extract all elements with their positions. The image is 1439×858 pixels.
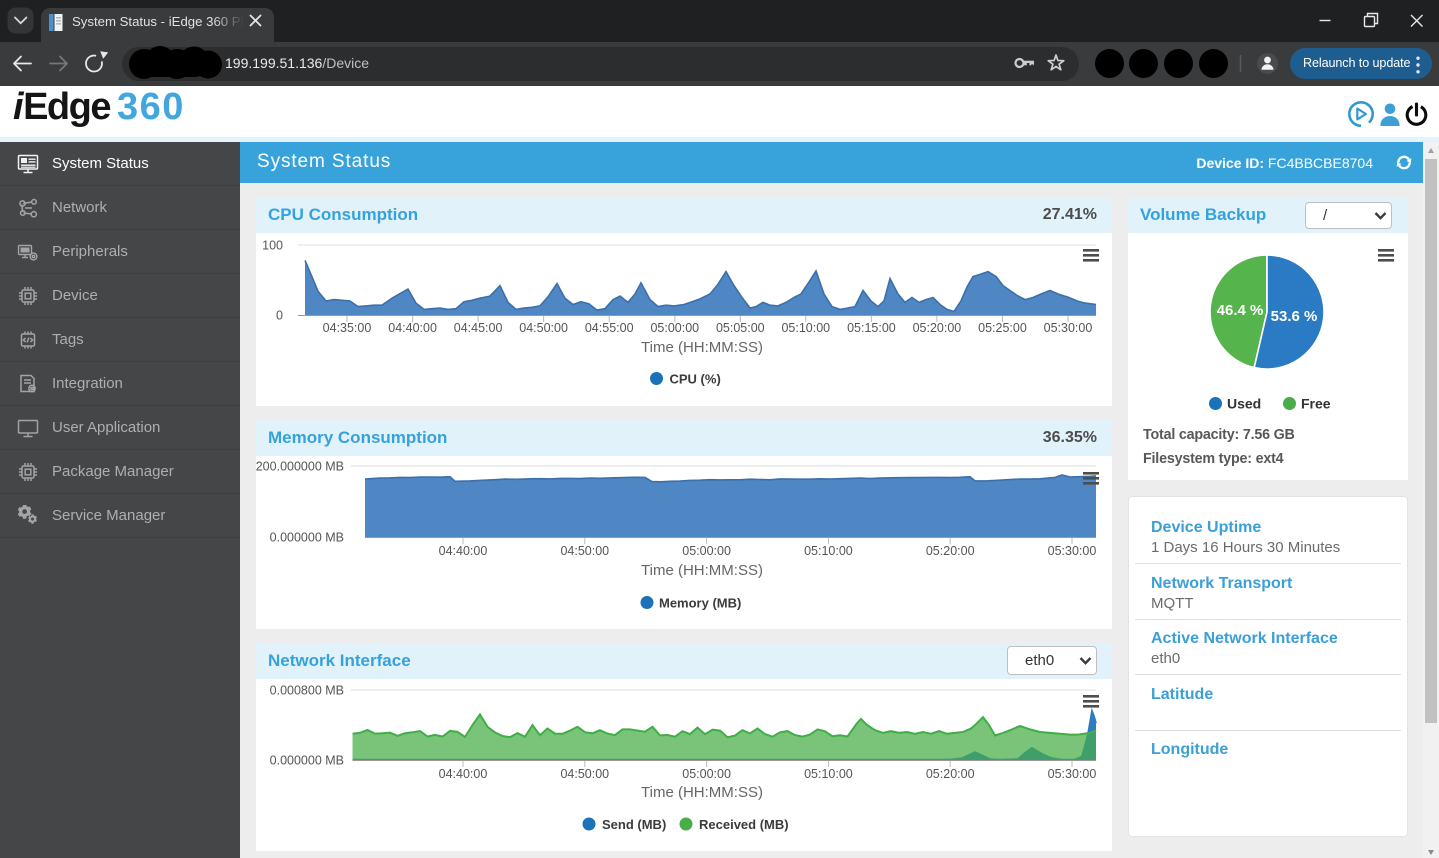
svg-text:04:50:00: 04:50:00 — [560, 767, 609, 781]
svg-text:05:15:00: 05:15:00 — [847, 321, 896, 335]
svg-text:05:25:00: 05:25:00 — [978, 321, 1027, 335]
svg-text:05:30:00: 05:30:00 — [1048, 544, 1097, 558]
svg-text:04:40:00: 04:40:00 — [388, 321, 437, 335]
svg-text:0.000000 MB: 0.000000 MB — [270, 754, 344, 768]
svg-text:04:50:00: 04:50:00 — [519, 321, 568, 335]
svg-text:05:20:00: 05:20:00 — [926, 544, 975, 558]
svg-text:04:50:00: 04:50:00 — [560, 544, 609, 558]
svg-text:05:10:00: 05:10:00 — [804, 544, 853, 558]
svg-text:Used: Used — [1227, 396, 1261, 412]
svg-text:Filesystem type: ext4: Filesystem type: ext4 — [1143, 451, 1284, 467]
svg-text:05:30:00: 05:30:00 — [1044, 321, 1093, 335]
svg-text:05:30:00: 05:30:00 — [1048, 767, 1097, 781]
svg-text:04:35:00: 04:35:00 — [323, 321, 372, 335]
svg-text:05:00:00: 05:00:00 — [682, 767, 731, 781]
svg-text:Send (MB): Send (MB) — [602, 817, 666, 832]
svg-text:05:20:00: 05:20:00 — [913, 321, 962, 335]
svg-text:CPU (%): CPU (%) — [670, 372, 721, 387]
svg-text:Time (HH:MM:SS): Time (HH:MM:SS) — [641, 562, 763, 579]
svg-text:Memory (MB): Memory (MB) — [659, 596, 741, 611]
svg-text:05:00:00: 05:00:00 — [650, 321, 699, 335]
svg-text:Time (HH:MM:SS): Time (HH:MM:SS) — [641, 784, 763, 801]
svg-text:04:45:00: 04:45:00 — [454, 321, 503, 335]
svg-text:05:05:00: 05:05:00 — [716, 321, 765, 335]
svg-text:100: 100 — [262, 239, 283, 253]
svg-text:0.000000 MB: 0.000000 MB — [270, 531, 344, 545]
svg-text:04:40:00: 04:40:00 — [439, 767, 488, 781]
svg-text:05:10:00: 05:10:00 — [804, 767, 853, 781]
svg-text:Received (MB): Received (MB) — [699, 817, 789, 832]
svg-text:Free: Free — [1301, 396, 1331, 412]
svg-text:05:10:00: 05:10:00 — [781, 321, 830, 335]
svg-text:05:20:00: 05:20:00 — [926, 767, 975, 781]
svg-text:200.000000 MB: 200.000000 MB — [256, 460, 344, 474]
svg-text:04:40:00: 04:40:00 — [439, 544, 488, 558]
svg-text:Total capacity: 7.56 GB: Total capacity: 7.56 GB — [1143, 427, 1295, 443]
svg-text:Time (HH:MM:SS): Time (HH:MM:SS) — [641, 339, 763, 356]
svg-text:0.000800 MB: 0.000800 MB — [270, 684, 344, 698]
svg-text:0: 0 — [276, 309, 283, 323]
svg-text:46.4 %: 46.4 % — [1217, 302, 1264, 319]
svg-text:05:00:00: 05:00:00 — [682, 544, 731, 558]
svg-text:53.6 %: 53.6 % — [1271, 308, 1318, 325]
svg-text:04:55:00: 04:55:00 — [585, 321, 634, 335]
